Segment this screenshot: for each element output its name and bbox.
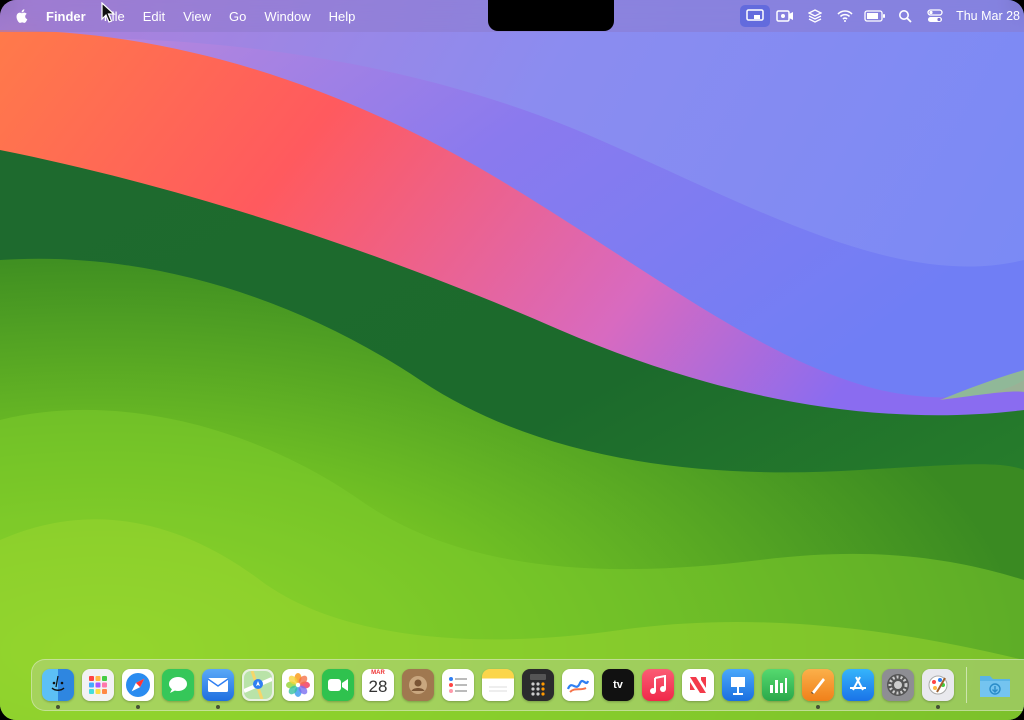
- script-editor-app-icon[interactable]: [922, 669, 954, 709]
- camera-notch: [488, 0, 614, 31]
- apple-tv-app-icon[interactable]: tv: [602, 669, 634, 701]
- search-icon[interactable]: [890, 5, 920, 27]
- apple-logo-icon[interactable]: [14, 8, 30, 24]
- numbers-app-icon[interactable]: [762, 669, 794, 701]
- menu-bar: Finder File Edit View Go Window Help Thu…: [0, 0, 1024, 32]
- pages-app-icon[interactable]: [802, 669, 834, 709]
- messages-app-icon[interactable]: [162, 669, 194, 701]
- freeform-app-icon[interactable]: [562, 669, 594, 701]
- layers-icon[interactable]: [800, 5, 830, 27]
- menu-help[interactable]: Help: [329, 9, 356, 24]
- menu-bar-status: Thu Mar 28: [740, 0, 1020, 32]
- calendar-month: MAR: [371, 670, 385, 676]
- music-app-icon[interactable]: [642, 669, 674, 701]
- menu-app-finder[interactable]: Finder: [46, 9, 86, 24]
- contacts-app-icon[interactable]: [402, 669, 434, 701]
- reminders-app-icon[interactable]: [442, 669, 474, 701]
- running-indicator: [816, 705, 820, 709]
- screen-mirroring-icon[interactable]: [740, 5, 771, 27]
- control-center-icon[interactable]: [920, 5, 950, 27]
- finder-app-icon[interactable]: [42, 669, 74, 709]
- mail-app-icon[interactable]: [202, 669, 234, 709]
- notes-app-icon[interactable]: [482, 669, 514, 701]
- running-indicator: [216, 705, 220, 709]
- app-store-app-icon[interactable]: [842, 669, 874, 701]
- dock: MAR 28 tv: [31, 659, 1024, 711]
- keynote-app-icon[interactable]: [722, 669, 754, 701]
- safari-app-icon[interactable]: [122, 669, 154, 709]
- screen-record-icon[interactable]: [770, 5, 800, 27]
- menu-view[interactable]: View: [183, 9, 211, 24]
- downloads-folder-icon[interactable]: [979, 669, 1011, 701]
- system-settings-app-icon[interactable]: [882, 669, 914, 701]
- news-app-icon[interactable]: [682, 669, 714, 701]
- calendar-day: 28: [368, 677, 388, 696]
- wallpaper: [0, 0, 1024, 720]
- running-indicator: [136, 705, 140, 709]
- menu-bar-left: Finder File Edit View Go Window Help: [0, 0, 373, 32]
- calendar-app-icon[interactable]: MAR 28: [362, 669, 394, 701]
- maps-app-icon[interactable]: [242, 669, 274, 701]
- dock-separator: [966, 667, 967, 703]
- mouse-cursor-icon: [101, 2, 116, 23]
- desktop: Finder File Edit View Go Window Help Thu…: [0, 0, 1024, 720]
- menu-window[interactable]: Window: [264, 9, 310, 24]
- battery-icon[interactable]: [860, 5, 890, 27]
- facetime-app-icon[interactable]: [322, 669, 354, 701]
- wifi-icon[interactable]: [830, 5, 860, 27]
- apple-tv-label: tv: [613, 679, 623, 691]
- menu-bar-clock[interactable]: Thu Mar 28: [956, 9, 1020, 23]
- running-indicator: [936, 705, 940, 709]
- launchpad-app-icon[interactable]: [82, 669, 114, 701]
- menu-go[interactable]: Go: [229, 9, 246, 24]
- calculator-app-icon[interactable]: [522, 669, 554, 701]
- photos-app-icon[interactable]: [282, 669, 314, 701]
- menu-edit[interactable]: Edit: [143, 9, 165, 24]
- running-indicator: [56, 705, 60, 709]
